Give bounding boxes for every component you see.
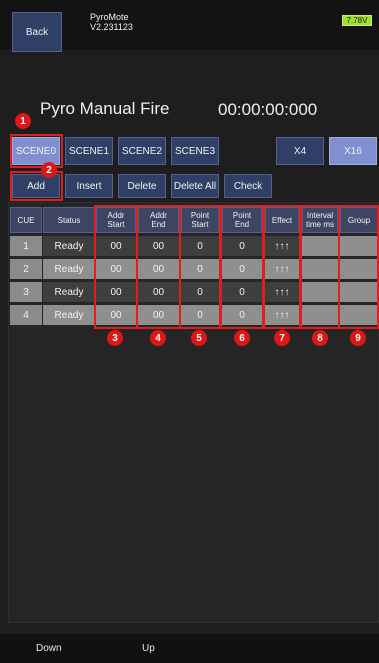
annotation-box [10,134,63,168]
scene3-button[interactable]: SCENE3 [171,137,219,165]
annotation-box [136,205,181,329]
insert-button[interactable]: Insert [65,174,113,198]
up-button[interactable]: Up [142,643,155,654]
status-cell: Ready [43,305,95,325]
app-version: V2.231123 [90,22,133,32]
annotation-box [300,205,340,329]
scene2-button[interactable]: SCENE2 [118,137,166,165]
x16-button[interactable]: X16 [329,137,377,165]
x4-button[interactable]: X4 [276,137,324,165]
column-cue: CUE [10,207,42,233]
column-status: Status [43,207,95,233]
scene1-button[interactable]: SCENE1 [65,137,113,165]
delete-all-button[interactable]: Delete All [171,174,219,198]
annotation-marker-3: 3 [107,330,123,346]
app-name: PyroMote [90,12,129,22]
status-cell: Ready [43,236,95,256]
annotation-box [179,205,221,329]
status-cell: Ready [43,282,95,302]
delete-button[interactable]: Delete [118,174,166,198]
cue-cell: 1 [10,236,42,256]
cue-cell: 4 [10,305,42,325]
annotation-marker-6: 6 [234,330,250,346]
annotation-marker-8: 8 [312,330,328,346]
app-info: PyroMote V2.231123 [90,12,133,32]
annotation-box [94,205,138,329]
annotation-marker-1: 1 [15,113,31,129]
annotation-marker-9: 9 [350,330,366,346]
annotation-box [220,205,264,329]
down-button[interactable]: Down [36,643,62,654]
battery-indicator: 7.78V [342,15,372,26]
annotation-box [263,205,301,329]
cue-cell: 2 [10,259,42,279]
annotation-box [10,171,63,201]
timer-display: 00:00:00:000 [218,100,318,119]
annotation-marker-5: 5 [191,330,207,346]
cue-cell: 3 [10,282,42,302]
page-title: Pyro Manual Fire [40,99,170,118]
annotation-marker-4: 4 [150,330,166,346]
annotation-marker-7: 7 [274,330,290,346]
back-button[interactable]: Back [12,12,62,52]
status-cell: Ready [43,259,95,279]
annotation-marker-2: 2 [41,162,57,178]
check-button[interactable]: Check [224,174,272,198]
annotation-box [338,205,379,329]
